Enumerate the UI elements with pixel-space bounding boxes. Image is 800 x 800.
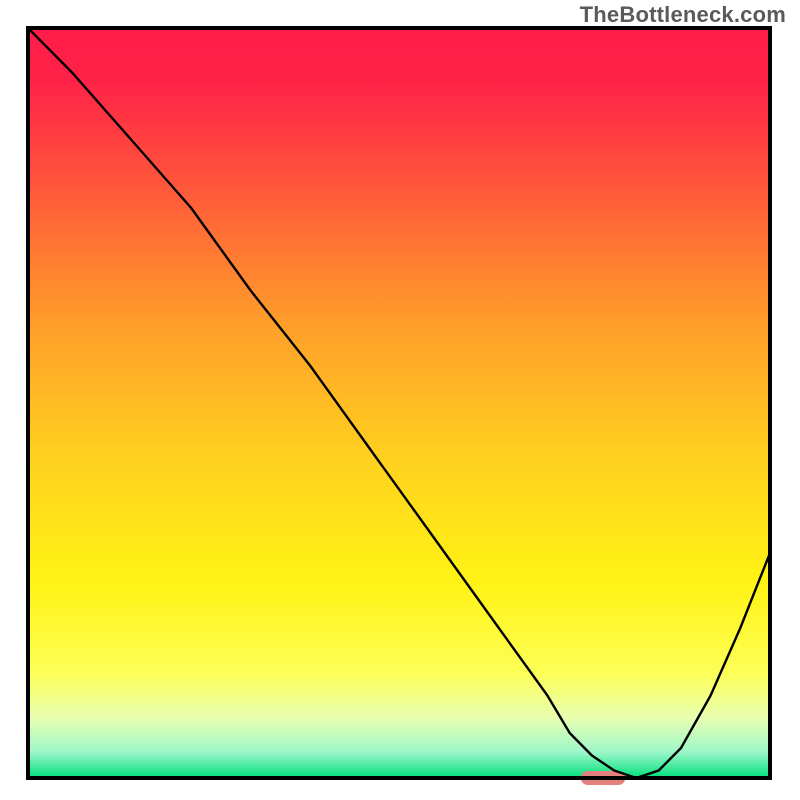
chart-canvas xyxy=(0,0,800,800)
watermark-text: TheBottleneck.com xyxy=(580,2,786,28)
